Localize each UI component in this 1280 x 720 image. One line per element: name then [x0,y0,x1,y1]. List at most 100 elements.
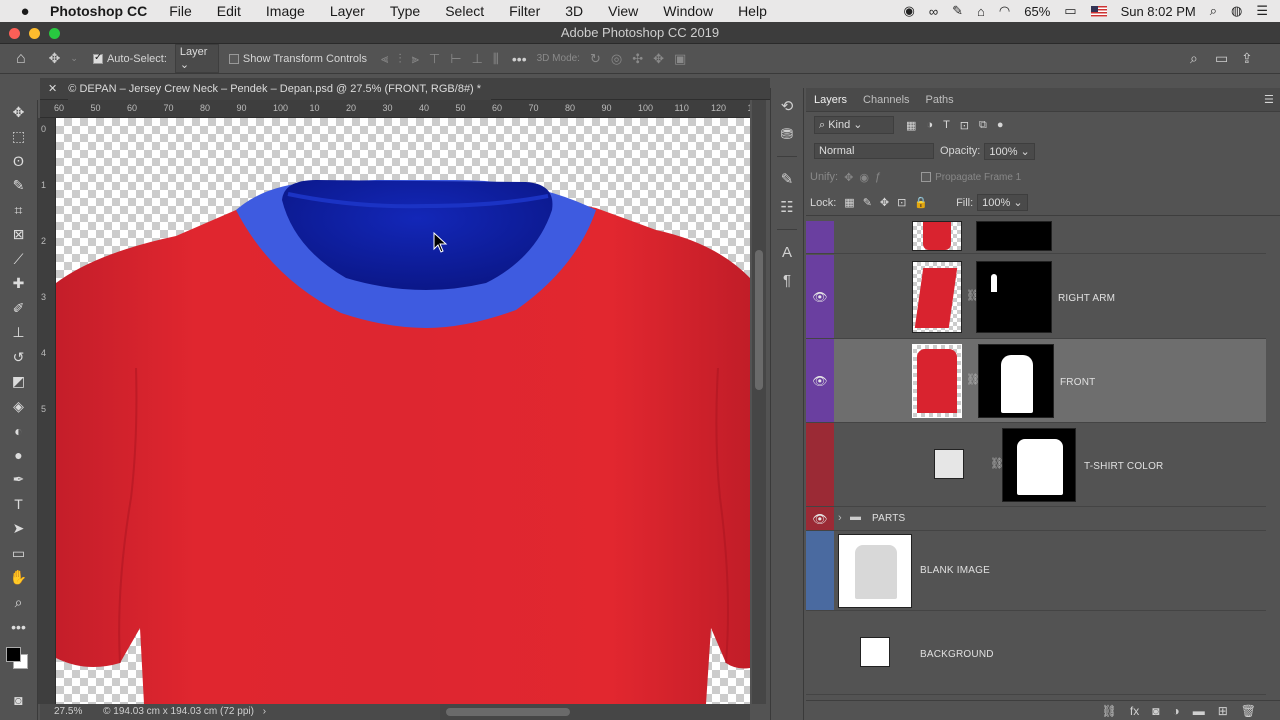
show-transform-checkbox[interactable] [228,53,239,64]
move-tool-icon[interactable]: ✥ [6,100,32,125]
close-window-icon[interactable] [9,28,20,39]
properties-panel-icon[interactable]: ⛃ [774,120,800,148]
3d-roll-icon[interactable]: ◎ [611,51,622,67]
type-tool-icon[interactable]: T [6,492,32,517]
layer-name[interactable]: T-SHIRT COLOR [1084,461,1163,472]
distribute-icon[interactable]: ⫼ [493,51,499,67]
group-expand-chevron-icon[interactable]: › [838,512,842,524]
visibility-eye-icon[interactable]: 👁 [806,339,834,422]
dodge-tool-icon[interactable]: ● [6,443,32,468]
paint-bucket-tool-icon[interactable]: ◈ [6,394,32,419]
align-bottom-icon[interactable]: ⊥ [472,51,483,67]
menu-select[interactable]: Select [445,3,484,19]
opacity-field[interactable]: 100% ⌄ [984,142,1035,160]
menu-window[interactable]: Window [663,3,713,19]
menu-app-name[interactable]: Photoshop CC [50,3,147,19]
visibility-eye-icon[interactable]: 👁 [806,507,834,530]
history-panel-icon[interactable]: ⟲ [774,92,800,120]
status-expand-icon[interactable]: › [263,706,266,717]
filter-toggle-icon[interactable]: ● [997,119,1004,131]
align-top-icon[interactable]: ⊤ [429,51,440,67]
path-selection-tool-icon[interactable]: ➤ [6,517,32,542]
record-icon[interactable]: ◉ [904,3,915,19]
edit-toolbar-icon[interactable]: ••• [6,615,32,640]
frame-tool-icon[interactable]: ⊠ [6,223,32,248]
filter-shape-icon[interactable]: ⊡ [960,119,969,132]
3d-orbit-icon[interactable]: ↻ [590,51,601,67]
layer-row-blank-image[interactable]: BLANK IMAGE [806,531,1266,611]
search-icon[interactable]: ⌕ [1190,50,1198,67]
marquee-tool-icon[interactable]: ⬚ [6,125,32,150]
unify-position-icon[interactable]: ✥ [844,171,853,184]
link-layers-icon[interactable]: ⛓ [1102,704,1117,718]
layer-name[interactable]: PARTS [872,513,905,524]
visibility-toggle[interactable] [806,611,834,694]
quick-mask-icon[interactable]: ◙ [6,688,32,713]
brush-panel-icon[interactable]: ✎ [774,165,800,193]
lock-position-icon[interactable]: ✥ [880,196,889,209]
share-icon[interactable]: ⇪ [1241,50,1253,67]
menu-edit[interactable]: Edit [217,3,241,19]
hand-tool-icon[interactable]: ✋ [6,566,32,591]
3d-scale-icon[interactable]: ▣ [674,51,686,67]
align-center-icon[interactable]: ⫶ [398,51,401,67]
more-options-icon[interactable]: ••• [512,51,527,67]
crop-tool-icon[interactable]: ⌗ [6,198,32,223]
layer-mask-thumbnail[interactable] [976,261,1052,333]
close-document-icon[interactable]: ✕ [48,83,57,95]
layer-name[interactable]: FRONT [1060,377,1095,388]
tab-paths[interactable]: Paths [926,94,954,106]
3d-slide-icon[interactable]: ✥ [653,51,664,67]
chevron-down-icon[interactable]: ⌄ [70,53,78,64]
pen-tool-icon[interactable]: ✒ [6,468,32,493]
menu-file[interactable]: File [169,3,192,19]
visibility-toggle[interactable] [806,531,834,610]
blur-tool-icon[interactable]: ◐ [6,419,32,444]
healing-brush-tool-icon[interactable]: ✚ [6,272,32,297]
tab-channels[interactable]: Channels [863,94,909,106]
lock-artboard-icon[interactable]: ⊡ [897,196,906,209]
fill-field[interactable]: 100% ⌄ [977,194,1028,211]
vertical-scroll-thumb[interactable] [755,250,763,390]
spotlight-search-icon[interactable]: ⌕ [1210,3,1217,19]
lock-all-icon[interactable]: 🔒 [914,196,928,209]
layer-style-icon[interactable]: fx [1130,704,1139,718]
visibility-eye-icon[interactable]: 👁 [806,255,834,338]
menu-image[interactable]: Image [266,3,305,19]
layer-row-t-shirt-color[interactable]: ⛓ T-SHIRT COLOR [806,423,1266,507]
pen-icon[interactable]: ✎ [952,3,963,19]
blend-mode-dropdown[interactable]: Normal [814,143,934,159]
layer-row-front[interactable]: 👁 ⛓ FRONT [806,339,1266,423]
eyedropper-tool-icon[interactable]: ⟋ [6,247,32,272]
unify-style-icon[interactable]: ƒ [875,171,881,183]
menu-view[interactable]: View [608,3,638,19]
unify-visibility-icon[interactable]: ◉ [859,171,869,184]
filter-type-icon[interactable]: T [943,119,950,131]
align-middle-icon[interactable]: ⊢ [450,51,461,67]
canvas-vertical-scrollbar[interactable] [752,100,766,704]
workspace-icon[interactable]: ▭ [1215,50,1228,67]
apple-menu-icon[interactable]: ● [0,3,50,20]
home-icon[interactable]: ⌂ [16,50,26,68]
brush-tool-icon[interactable]: ✐ [6,296,32,321]
battery-icon[interactable]: ▭ [1064,3,1076,19]
history-brush-tool-icon[interactable]: ↺ [6,345,32,370]
new-group-icon[interactable]: ▬ [1193,704,1205,718]
eraser-tool-icon[interactable]: ◩ [6,370,32,395]
menu-3d[interactable]: 3D [565,3,583,19]
delete-layer-icon[interactable]: 🗑 [1241,704,1256,718]
menu-layer[interactable]: Layer [330,3,365,19]
horizontal-scroll-thumb[interactable] [446,708,570,716]
us-flag-input-icon[interactable] [1090,5,1107,17]
layer-row-right-arm[interactable]: 👁 ⛓ RIGHT ARM [806,255,1266,339]
menu-help[interactable]: Help [738,3,767,19]
siri-icon[interactable]: ◍ [1231,3,1242,19]
3d-drag-icon[interactable]: ✣ [632,51,643,67]
document-canvas[interactable] [56,118,750,704]
add-mask-icon[interactable]: ◙ [1152,704,1159,718]
zoom-window-icon[interactable] [49,28,60,39]
character-panel-icon[interactable]: A [774,238,800,266]
filter-smart-object-icon[interactable]: ⧉ [979,119,987,132]
adjustments-panel-icon[interactable]: ☷ [774,193,800,221]
rectangle-tool-icon[interactable]: ▭ [6,541,32,566]
